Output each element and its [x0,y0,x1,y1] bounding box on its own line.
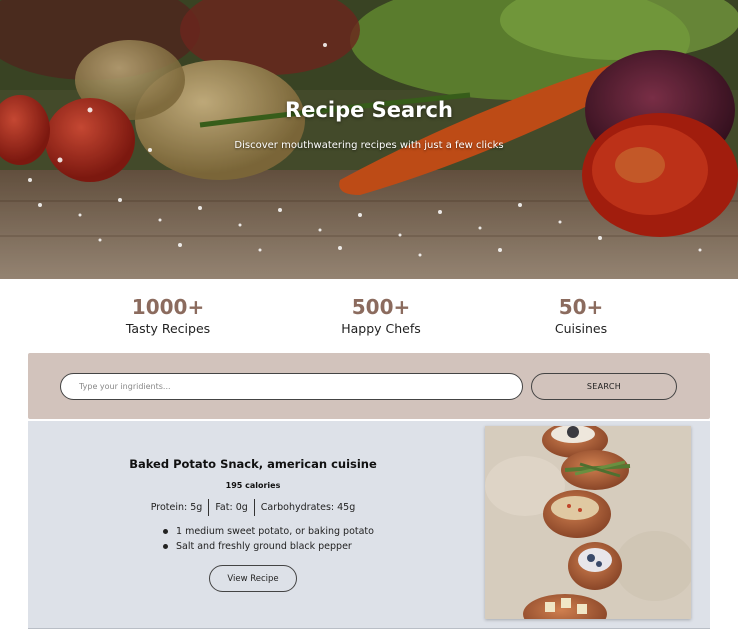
recipe-title: Baked Potato Snack, american cuisine [129,457,377,471]
stat-value: 500+ [351,295,411,319]
stat-label: Happy Chefs [341,321,421,336]
carbs-value: Carbohydrates: 45g [260,501,356,513]
stat-value: 1000+ [131,295,205,319]
stat-label: Tasty Recipes [125,321,211,336]
recipe-calories: 195 calories [225,481,281,490]
page-subtitle: Discover mouthwatering recipes with just… [234,140,504,151]
stat-recipes: 1000+ Tasty Recipes [78,294,258,336]
view-recipe-button[interactable]: View Recipe [209,565,297,592]
search-bar: SEARCH [28,353,710,419]
stat-value: 50+ [558,295,604,319]
list-item: Salt and freshly ground black pepper [158,539,438,554]
fat-value: Fat: 0g [215,501,248,513]
ingredients-search-input[interactable] [60,373,523,400]
recipe-image [485,426,691,619]
stat-cuisines: 50+ Cuisines [491,294,671,336]
search-button[interactable]: SEARCH [531,373,677,400]
recipe-macros: Protein: 5g Fat: 0g Carbohydrates: 45g [68,497,438,517]
hero-banner: Recipe Search Discover mouthwatering rec… [0,0,738,279]
recipe-card: Baked Potato Snack, american cuisine 195… [28,421,710,629]
page-title: Recipe Search [285,98,453,122]
protein-value: Protein: 5g [150,501,203,513]
baked-potato-image [485,426,691,619]
ingredient-list: 1 medium sweet potato, or baking potato … [158,524,438,554]
list-item: 1 medium sweet potato, or baking potato [158,524,438,539]
stat-label: Cuisines [554,321,608,336]
stat-chefs: 500+ Happy Chefs [291,294,471,336]
